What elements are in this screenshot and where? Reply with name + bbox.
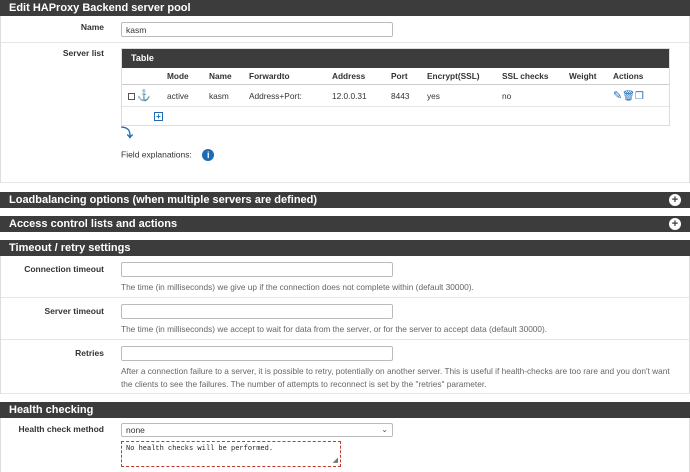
row-select-checkbox[interactable] xyxy=(128,93,135,101)
health-method-label: Health check method xyxy=(18,424,105,434)
col-mode: Mode xyxy=(167,71,189,81)
timeout-panel: Connection timeout The time (in millisec… xyxy=(0,256,690,394)
col-forwardto: Forwardto xyxy=(249,71,290,81)
connection-timeout-help: The time (in milliseconds) we give up if… xyxy=(121,282,474,292)
server-list-row: Server list Table Mode Name Forwardto Ad… xyxy=(1,43,689,183)
server-timeout-input[interactable] xyxy=(121,304,393,319)
col-actions: Actions xyxy=(613,71,644,81)
backend-panel: Name kasm Server list Table Mode Name Fo… xyxy=(0,16,690,183)
connection-timeout-row: Connection timeout The time (in millisec… xyxy=(1,256,689,298)
server-table: Table Mode Name Forwardto Address Port E… xyxy=(121,48,670,126)
server-timeout-help: The time (in milliseconds) we accept to … xyxy=(121,324,548,334)
page-title: Edit HAProxy Backend server pool xyxy=(9,2,191,14)
move-handle: ⤵ xyxy=(121,124,683,141)
retries-row: Retries After a connection failure to a … xyxy=(1,340,689,394)
col-name: Name xyxy=(209,71,232,81)
acl-title: Access control lists and actions xyxy=(9,218,178,230)
health-method-select[interactable]: none ⌄ xyxy=(121,423,393,437)
anchor-icon[interactable]: ⚓ xyxy=(137,90,151,102)
section-header-health: Health checking xyxy=(0,402,690,418)
server-table-header: Mode Name Forwardto Address Port Encrypt… xyxy=(122,68,669,85)
copy-icon[interactable]: ❐ xyxy=(635,91,644,102)
delete-trash-icon[interactable]: 🗑 xyxy=(622,91,635,102)
loadbalancing-title: Loadbalancing options (when multiple ser… xyxy=(9,194,318,206)
col-address: Address xyxy=(332,71,366,81)
health-title: Health checking xyxy=(9,404,94,416)
connection-timeout-input[interactable] xyxy=(121,262,393,277)
server-timeout-label: Server timeout xyxy=(44,306,104,316)
server-list-label: Server list xyxy=(62,48,104,58)
info-icon[interactable]: i xyxy=(202,149,215,161)
cell-port: 8443 xyxy=(391,91,410,101)
name-row: Name kasm xyxy=(1,16,689,43)
col-port: Port xyxy=(391,71,408,81)
chevron-down-icon: ⌄ xyxy=(381,425,388,434)
edit-pencil-icon[interactable]: ✎ xyxy=(613,90,622,102)
retries-help-line2: the clients to see the failures. The num… xyxy=(121,379,487,389)
health-method-description: No health checks will be performed. ◢ xyxy=(121,441,341,467)
retries-input[interactable] xyxy=(121,346,393,361)
section-header-acl[interactable]: Access control lists and actions + xyxy=(0,216,690,232)
retries-help: After a connection failure to a server, … xyxy=(121,365,683,391)
expand-plus-icon[interactable]: + xyxy=(669,218,681,230)
col-ssl-checks: SSL checks xyxy=(502,71,549,81)
cell-address: 12.0.0.31 xyxy=(332,91,367,101)
health-panel: Health check method none ⌄ No health che… xyxy=(0,418,690,472)
cell-mode: active xyxy=(167,91,189,101)
field-explanations: Field explanations: i xyxy=(121,149,683,161)
section-header-timeout: Timeout / retry settings xyxy=(0,240,690,256)
move-down-arrow-icon[interactable]: ⤵ xyxy=(121,126,133,140)
cell-weight xyxy=(569,85,613,106)
health-description-text: No health checks will be performed. xyxy=(126,445,274,453)
cell-name: kasm xyxy=(209,91,229,101)
health-method-value: none xyxy=(126,425,145,435)
name-input[interactable]: kasm xyxy=(121,22,393,37)
cell-forwardto: Address+Port: xyxy=(249,91,302,101)
col-encrypt: Encrypt(SSL) xyxy=(427,71,480,81)
section-header-edit-backend: Edit HAProxy Backend server pool xyxy=(0,0,690,16)
cell-ssl-checks: no xyxy=(502,91,512,101)
name-label: Name xyxy=(80,22,104,32)
cell-encrypt: yes xyxy=(427,91,440,101)
add-row: + xyxy=(122,107,669,125)
field-explanations-label: Field explanations: xyxy=(121,149,192,160)
add-row-plus-icon[interactable]: + xyxy=(154,112,163,121)
section-header-loadbalancing[interactable]: Loadbalancing options (when multiple ser… xyxy=(0,192,690,208)
server-table-title: Table xyxy=(122,49,669,68)
retries-help-line1: After a connection failure to a server, … xyxy=(121,366,670,376)
expand-plus-icon[interactable]: + xyxy=(669,194,681,206)
col-weight: Weight xyxy=(569,71,597,81)
table-row: ⚓ active kasm Address+Port: 12.0.0.31 84… xyxy=(122,85,669,107)
health-method-row: Health check method none ⌄ No health che… xyxy=(1,418,689,472)
connection-timeout-label: Connection timeout xyxy=(24,264,104,274)
timeout-title: Timeout / retry settings xyxy=(9,242,131,254)
retries-label: Retries xyxy=(75,348,104,358)
server-timeout-row: Server timeout The time (in milliseconds… xyxy=(1,298,689,340)
